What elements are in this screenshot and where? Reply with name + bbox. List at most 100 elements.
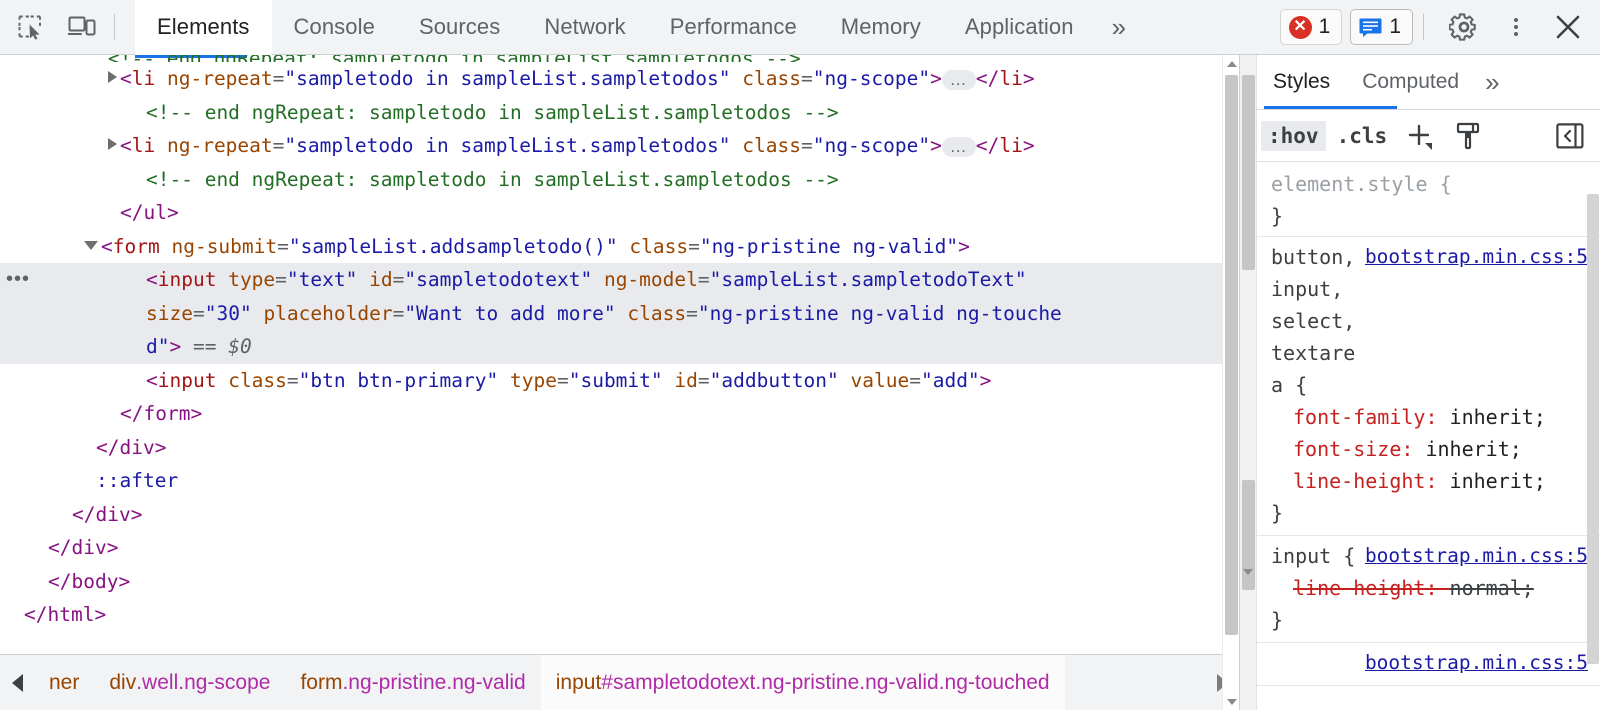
tab-network[interactable]: Network [522, 0, 647, 55]
dom-line[interactable]: <input class="btn btn-primary" type="sub… [0, 364, 1239, 398]
message-count-badge[interactable]: 1 [1350, 9, 1413, 45]
styles-more-tabs-icon[interactable]: » [1475, 55, 1509, 110]
dom-line[interactable]: </div> [0, 498, 1239, 532]
dom-line-selected[interactable]: size="30" placeholder="Want to add more"… [0, 296, 1239, 330]
css-declaration[interactable]: font-family: inherit; [1271, 401, 1600, 433]
inspect-element-icon[interactable] [8, 7, 52, 47]
styles-rules-scrollbar[interactable] [1585, 162, 1600, 710]
dom-line[interactable]: <!-- end ngRepeat: sampletodo in sampleL… [0, 163, 1239, 197]
error-count-badge[interactable]: ✕ 1 [1279, 9, 1343, 45]
collapse-triangle-icon[interactable] [84, 240, 98, 250]
element-style-rule[interactable]: element.style {} [1257, 162, 1600, 237]
css-property-name[interactable]: line-height: [1293, 469, 1450, 493]
css-property-value[interactable]: inherit; [1450, 405, 1546, 429]
dom-token-punc: > [169, 335, 182, 358]
dom-token-attr: class [742, 67, 801, 90]
dom-token-cmt: <!-- end ngRepeat: sampletodo in sampleL… [146, 100, 839, 124]
tab-memory[interactable]: Memory [819, 0, 943, 55]
tab-styles[interactable]: Styles [1257, 55, 1346, 110]
dom-token-plain [839, 369, 851, 392]
tab-elements[interactable]: Elements [135, 0, 272, 55]
css-rule[interactable]: button, input, select, textarea {bootstr… [1257, 237, 1600, 536]
toggle-sidebar-icon[interactable] [1548, 116, 1592, 156]
tab-console[interactable]: Console [272, 0, 397, 55]
devtools-main: <!-- end ngRepeat: sampletodo in sampleL… [0, 55, 1600, 710]
tab-performance[interactable]: Performance [648, 0, 819, 55]
dom-scrollbar-thumb[interactable] [1225, 75, 1238, 635]
styles-rules-list[interactable]: element.style {} button, input, select, t… [1257, 162, 1600, 710]
dom-line-selected[interactable]: ••• <input type="text" id="sampletodotext… [0, 263, 1239, 297]
more-tabs-icon[interactable]: » [1096, 0, 1142, 55]
breadcrumb-item[interactable]: ner [34, 655, 94, 710]
message-icon [1359, 18, 1382, 37]
css-rule-selector[interactable]: input { [1271, 540, 1355, 572]
css-declaration-overridden[interactable]: line-height: normal; [1271, 572, 1600, 604]
css-rule-source-link[interactable]: bootstrap.min.css:5 [1365, 647, 1588, 679]
breadcrumb-token-cls: .well [136, 670, 179, 694]
dom-line[interactable]: <!-- end ngRepeat: sampletodo in sampleL… [0, 96, 1239, 130]
styles-rules-scrollbar-thumb[interactable] [1587, 194, 1599, 664]
tab-sources[interactable]: Sources [397, 0, 522, 55]
dom-line[interactable]: </body> [0, 565, 1239, 599]
css-declaration[interactable]: line-height: inherit; [1271, 465, 1600, 497]
dom-line[interactable]: ::after [0, 464, 1239, 498]
close-icon[interactable] [1546, 7, 1590, 47]
expand-children-ellipsis[interactable]: … [941, 69, 976, 90]
dom-line[interactable]: <li ng-repeat="sampletodo in sampleList.… [0, 62, 1239, 96]
dom-tree-scrollbar[interactable] [1222, 55, 1239, 710]
styles-scroll-down-icon[interactable] [1243, 569, 1253, 593]
dom-token-val: "sampletodo in sampleList.sampletodos" [284, 67, 731, 90]
gear-icon[interactable] [1442, 7, 1486, 47]
css-property-value[interactable]: normal; [1450, 576, 1534, 600]
dom-token-attr: ng-repeat [166, 67, 273, 90]
dom-line[interactable]: </div> [0, 531, 1239, 565]
css-rule-selector[interactable]: button, input, select, textarea { [1271, 241, 1365, 401]
css-property-value[interactable]: inherit; [1425, 437, 1521, 461]
css-declaration[interactable]: font-size: inherit; [1271, 433, 1600, 465]
css-property-name[interactable]: line-height: [1293, 576, 1450, 600]
dom-line[interactable]: <!-- end ngRepeat: sampletodo in sampleL… [0, 55, 1239, 62]
expand-triangle-icon[interactable] [108, 138, 117, 150]
styles-scrollbar-thumb-upper[interactable] [1242, 75, 1255, 270]
tab-application[interactable]: Application [943, 0, 1096, 55]
dom-line-badge[interactable]: ••• [6, 263, 30, 297]
tab-elements-label: Elements [157, 14, 250, 39]
dom-tree[interactable]: <!-- end ngRepeat: sampletodo in sampleL… [0, 55, 1239, 654]
dom-token-tagname: li [999, 67, 1023, 90]
kebab-menu-icon[interactable] [1494, 7, 1538, 47]
dom-line[interactable]: </html> [0, 598, 1239, 632]
plus-new-style-rule-icon[interactable] [1398, 116, 1442, 156]
element-classes-button[interactable]: .cls [1330, 121, 1395, 151]
tab-computed[interactable]: Computed [1346, 55, 1475, 110]
css-rule[interactable]: bootstrap.min.css:5 [1257, 643, 1600, 686]
device-toolbar-icon[interactable] [60, 7, 104, 47]
css-rule-source-link[interactable]: bootstrap.min.css:5 [1365, 241, 1588, 273]
css-property-name[interactable]: font-family: [1293, 405, 1450, 429]
scroll-down-arrow-icon[interactable] [1223, 693, 1240, 710]
dom-line[interactable]: <li ng-repeat="sampletodo in sampleList.… [0, 129, 1239, 163]
breadcrumb-scroll-left-icon[interactable] [0, 655, 34, 710]
dom-line[interactable]: </form> [0, 397, 1239, 431]
dom-token-punc: > [154, 435, 167, 459]
expand-triangle-icon[interactable] [108, 71, 117, 83]
elements-panel-scrollbar[interactable] [1240, 55, 1257, 710]
styles-scroll-up-icon[interactable] [1243, 58, 1253, 81]
css-property-name[interactable]: font-size: [1293, 437, 1425, 461]
dom-line[interactable]: </ul> [0, 196, 1239, 230]
dom-token-tagname: li [131, 134, 156, 157]
dom-token-eq: = [392, 301, 405, 325]
tab-styles-label: Styles [1273, 70, 1331, 93]
css-rule-source-link[interactable]: bootstrap.min.css:5 [1365, 540, 1588, 572]
css-rule[interactable]: input {bootstrap.min.css:5 line-height: n… [1257, 536, 1600, 643]
css-property-value[interactable]: inherit; [1450, 469, 1546, 493]
scroll-up-arrow-icon[interactable] [1223, 55, 1240, 72]
breadcrumb-item-selected[interactable]: input #sampletodotext .ng-pristine .ng-vali… [540, 655, 1065, 710]
breadcrumb-item[interactable]: form .ng-pristine .ng-valid [285, 655, 540, 710]
expand-children-ellipsis[interactable]: … [941, 136, 976, 157]
dom-line-selected[interactable]: d"> == $0 [0, 330, 1239, 364]
force-state-button[interactable]: :hov [1261, 120, 1326, 151]
dom-line[interactable]: <form ng-submit="sampleList.addsampletod… [0, 230, 1239, 264]
dom-line[interactable]: </div> [0, 431, 1239, 465]
breadcrumb-item[interactable]: div .well .ng-scope [94, 655, 285, 710]
paintbrush-icon[interactable] [1446, 116, 1490, 156]
